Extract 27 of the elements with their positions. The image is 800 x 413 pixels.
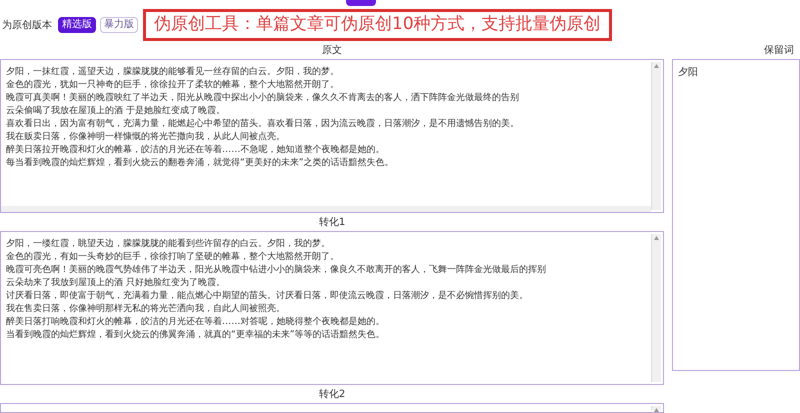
version-option[interactable]: 暴力版	[100, 17, 138, 33]
text-line: 晚霞可亮色啊！美丽的晚霞气势雄伟了半边天，阳光从晚霞中钻进小小的脑袋来，像良久不敢离开的客人，飞舞一阵阵金光做最后的挥别	[6, 263, 547, 276]
keyword-text: 夕阳	[678, 67, 698, 78]
version-option[interactable]: 精选版	[58, 17, 96, 33]
text-line: 金色的霞光，有如一头奇妙的巨手，徐徐打响了坚硬的帷幕，整个大地豁然开朗了。	[6, 250, 340, 263]
panel-title: 保留词	[764, 44, 795, 58]
banner: 伪原创工具：单篇文章可伪原创10种方式，支持批量伪原创	[143, 9, 612, 41]
horizontal-scrollbar[interactable]	[1, 206, 651, 212]
text-line: 醉美日落打响晚霞和灯火的帷幕，皎洁的月光还在等着……对答呢，她晓得整个夜晚都是她的。	[6, 315, 386, 328]
text-line: 我在售卖日落，你像神明那样无私的将光芒洒向我，自此人间被照亮。	[6, 302, 286, 315]
panel-title: 转化1	[318, 216, 346, 230]
text-line: 金色的霞光，犹如一只神奇的巨手，徐徐拉开了柔软的帷幕，整个大地豁然开朗了。	[6, 78, 340, 91]
text-line: 我在贩卖日落，你像神明一样慷慨的将光芒撒向我，从此人间被点亮。	[6, 130, 286, 143]
text-line: 夕阳，一缕红霞，眺望天边，朦朦胧胧的能看到些许留存的白云。夕阳，我的梦。	[6, 237, 331, 250]
text-line: 云朵偷喝了我放在屋顶上的酒 于是她脸红变成了晚霞。	[6, 104, 226, 117]
text-line: 讨厌看日落，即使富于朝气，充满着力量，能点燃心中期望的苗头。讨厌看日落，即使流云晚霞，日落潮汐，是不必惋惜挥别的美。	[6, 289, 529, 302]
text-line: 夕阳，一抹红霞，遥望天边，朦朦胧胧的能够看见一丝存留的白云。夕阳，我的梦。	[6, 65, 340, 78]
text-line: 云朵劫来了我放到屋顶上的酒 只好她脸红变为了晚霞。	[6, 276, 226, 289]
text-line: 晚霞可真美啊！美丽的晚霞映红了半边天，阳光从晚霞中探出小小的脑袋来，像久久不肯离去的客人，洒下阵阵金光做最终的告别	[6, 91, 520, 104]
text-line: 当看到晚霞的灿烂辉煌，看到火烧云的佛翼奔涌，就真的“更幸福的未来”等等的话语黯然失色。	[6, 328, 386, 341]
text-line: 喜欢看日出，因为富有朝气，充满力量，能燃起心中希望的苗头。喜欢看日落，因为流云晚霞，日落潮汐，是不用遗憾告别的美。	[6, 117, 520, 130]
text-line: 醉美日落拉开晚霞和灯火的帷幕，皎洁的月光还在等着……不急呢，她知道整个夜晚都是她的。	[6, 143, 386, 156]
text-line: 每当看到晚霞的灿烂辉煌，看到火烧云的翻卷奔涌，就觉得“更美好的未来”之类的话语黯然失色。	[6, 156, 395, 169]
panel-title: 原文	[322, 44, 342, 58]
version-label: 为原创版本	[2, 18, 52, 32]
keyword-field[interactable]: 夕阳	[672, 59, 800, 371]
panel-title: 转化2	[318, 388, 346, 402]
